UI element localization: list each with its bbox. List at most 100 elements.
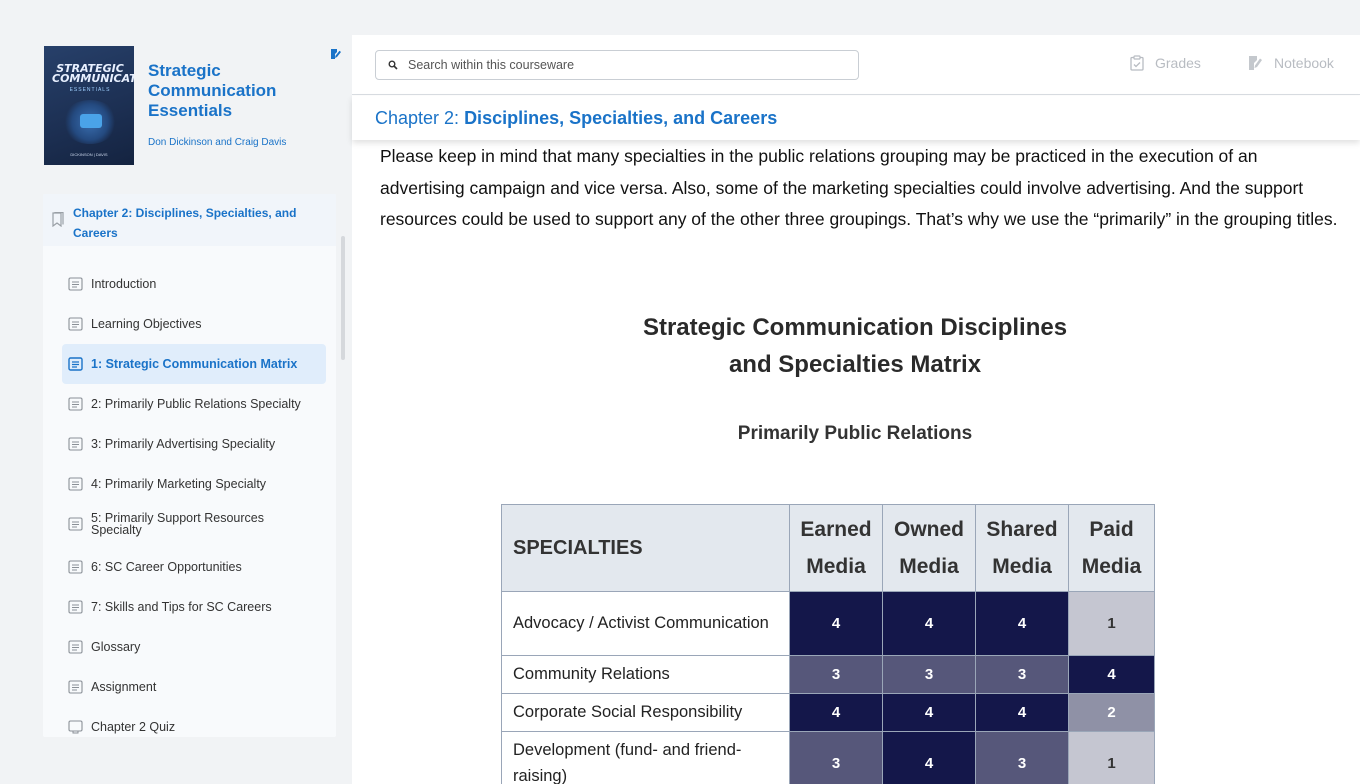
toc-item-support-resources[interactable]: 5: Primarily Support Resources Specialty [62, 504, 326, 544]
table-row: Community Relations 3 3 3 4 [501, 655, 1155, 694]
toc-item-strategic-communication-matrix[interactable]: 1: Strategic Communication Matrix [62, 344, 326, 384]
table-header-row: SPECIALTIES Earned Media Owned Media Share… [501, 504, 1155, 592]
notebook-pen-icon[interactable] [330, 48, 342, 60]
toc-item-label: 4: Primarily Marketing Specialty [91, 477, 267, 491]
column-header-owned-media: Owned Media [882, 504, 976, 592]
search-icon [388, 60, 398, 70]
header-line: Media [992, 555, 1052, 578]
page-icon [68, 357, 83, 371]
page-icon [68, 397, 83, 411]
toc-item-advertising[interactable]: 3: Primarily Advertising Speciality [62, 424, 326, 464]
sidebar: STRATEGIC COMMUNICATION ESSENTIALS DICKI… [0, 0, 352, 784]
header-line: Media [899, 555, 959, 578]
chapter-prefix: Chapter 2: [375, 108, 465, 128]
page-icon [68, 277, 83, 291]
header-line: Owned [893, 518, 964, 541]
search-box[interactable] [375, 50, 859, 80]
chapter-name: Disciplines, Specialties, and Careers [464, 108, 778, 128]
score-cell: 3 [789, 655, 883, 694]
toc-item-label: 1: Strategic Communication Matrix [91, 357, 298, 371]
main-content: Grades Notebook Chapter 2: Disciplines, … [352, 35, 1360, 784]
book-cover-image[interactable]: STRATEGIC COMMUNICATION ESSENTIALS DICKI… [44, 46, 134, 165]
toc-item-introduction[interactable]: Introduction [62, 264, 326, 304]
toc-item-label: 5: Primarily Support Resources Specialty [91, 511, 264, 537]
toc-item-label: Chapter 2 Quiz [91, 720, 176, 734]
book-authors: Don Dickinson and Craig Davis [148, 137, 287, 148]
specialty-name: Community Relations [501, 655, 790, 694]
score-cell: 3 [789, 731, 883, 784]
toc-item-chapter-quiz[interactable]: Chapter 2 Quiz [62, 707, 326, 737]
toc-item-public-relations[interactable]: 2: Primarily Public Relations Specialty [62, 384, 326, 424]
matrix-title-line-1: Strategic Communication Disciplines [642, 314, 1068, 341]
toc-item-learning-objectives[interactable]: Learning Objectives [62, 304, 326, 344]
toc-item-label: Glossary [91, 640, 141, 654]
toc-scrollbar[interactable] [341, 236, 345, 360]
specialties-matrix-table: SPECIALTIES Earned Media Owned Media Share… [501, 504, 1155, 784]
page-icon [68, 560, 83, 574]
header-line: Media [1081, 555, 1142, 578]
score-cell: 1 [1068, 731, 1155, 784]
search-input[interactable] [408, 58, 828, 72]
book-title[interactable]: Strategic Communication Essentials [148, 61, 328, 121]
table-row: Advocacy / Activist Communication 4 4 4 … [501, 591, 1155, 656]
toc-item-assignment[interactable]: Assignment [62, 667, 326, 707]
notebook-pen-icon [1249, 56, 1262, 70]
page-icon [68, 477, 83, 491]
table-row: Corporate Social Responsibility 4 4 4 2 [501, 693, 1155, 732]
score-cell: 4 [975, 591, 1069, 656]
column-header-specialties: SPECIALTIES [501, 504, 790, 592]
page-icon [68, 317, 83, 331]
column-header-earned-media: Earned Media [789, 504, 883, 592]
specialty-name: Development (fund- and friend-raising) [501, 731, 790, 784]
cover-art-table [80, 114, 102, 128]
body-paragraph: Please keep in mind that many specialtie… [380, 146, 1338, 229]
toc-item-label: Learning Objectives [91, 317, 202, 331]
page-icon [68, 640, 83, 654]
column-header-shared-media: Shared Media [975, 504, 1069, 592]
book-card: STRATEGIC COMMUNICATION ESSENTIALS DICKI… [44, 46, 344, 171]
header-line: Paid [1089, 518, 1134, 541]
toc-item-label: 6: SC Career Opportunities [91, 560, 242, 574]
cover-title: STRATEGIC COMMUNICATION [52, 62, 134, 85]
grades-button[interactable]: Grades [1129, 55, 1201, 71]
page-icon [68, 517, 83, 531]
score-cell: 4 [975, 693, 1069, 732]
score-cell: 4 [882, 731, 976, 784]
quiz-icon [68, 720, 83, 734]
score-cell: 4 [1068, 655, 1155, 694]
toc-item-label: 2: Primarily Public Relations Specialty [91, 397, 301, 411]
table-of-contents: Chapter 2: Disciplines, Specialties, and… [43, 194, 336, 737]
toc-chapter-header[interactable]: Chapter 2: Disciplines, Specialties, and… [43, 194, 336, 246]
column-header-paid-media: Paid Media [1068, 504, 1155, 592]
score-cell: 2 [1068, 693, 1155, 732]
top-bar: Grades Notebook [352, 35, 1360, 95]
matrix-subtitle: Primarily Public Relations [737, 423, 973, 444]
toc-item-marketing[interactable]: 4: Primarily Marketing Specialty [62, 464, 326, 504]
toc-item-career-opportunities[interactable]: 6: SC Career Opportunities [62, 547, 326, 587]
header-line: Shared [986, 518, 1058, 541]
score-cell: 4 [789, 693, 883, 732]
grades-label: Grades [1155, 55, 1201, 71]
notebook-button[interactable]: Notebook [1248, 55, 1334, 71]
specialty-name: Corporate Social Responsibility [501, 693, 790, 732]
chapter-title: Chapter 2: Disciplines, Specialties, and… [375, 108, 777, 129]
score-cell: 4 [882, 591, 976, 656]
table-row: Development (fund- and friend-raising) 3… [501, 731, 1155, 784]
page-icon [68, 437, 83, 451]
toc-item-label: Assignment [91, 680, 157, 694]
bookmark-icon [52, 212, 64, 227]
score-cell: 4 [789, 591, 883, 656]
matrix-title-line-2: and Specialties Matrix [728, 351, 982, 378]
page-icon [68, 600, 83, 614]
chapter-header: Chapter 2: Disciplines, Specialties, and… [352, 96, 1360, 140]
header-line: Earned [800, 518, 872, 541]
score-cell: 3 [975, 655, 1069, 694]
score-cell: 3 [882, 655, 976, 694]
notebook-label: Notebook [1274, 55, 1334, 71]
cover-subtitle: ESSENTIALS [69, 87, 111, 93]
toc-item-glossary[interactable]: Glossary [62, 627, 326, 667]
toc-item-label: 7: Skills and Tips for SC Careers [91, 600, 272, 614]
toc-item-skills-tips[interactable]: 7: Skills and Tips for SC Careers [62, 587, 326, 627]
score-cell: 1 [1068, 591, 1155, 656]
toc-chapter-title: Chapter 2: Disciplines, Specialties, and… [73, 206, 297, 240]
